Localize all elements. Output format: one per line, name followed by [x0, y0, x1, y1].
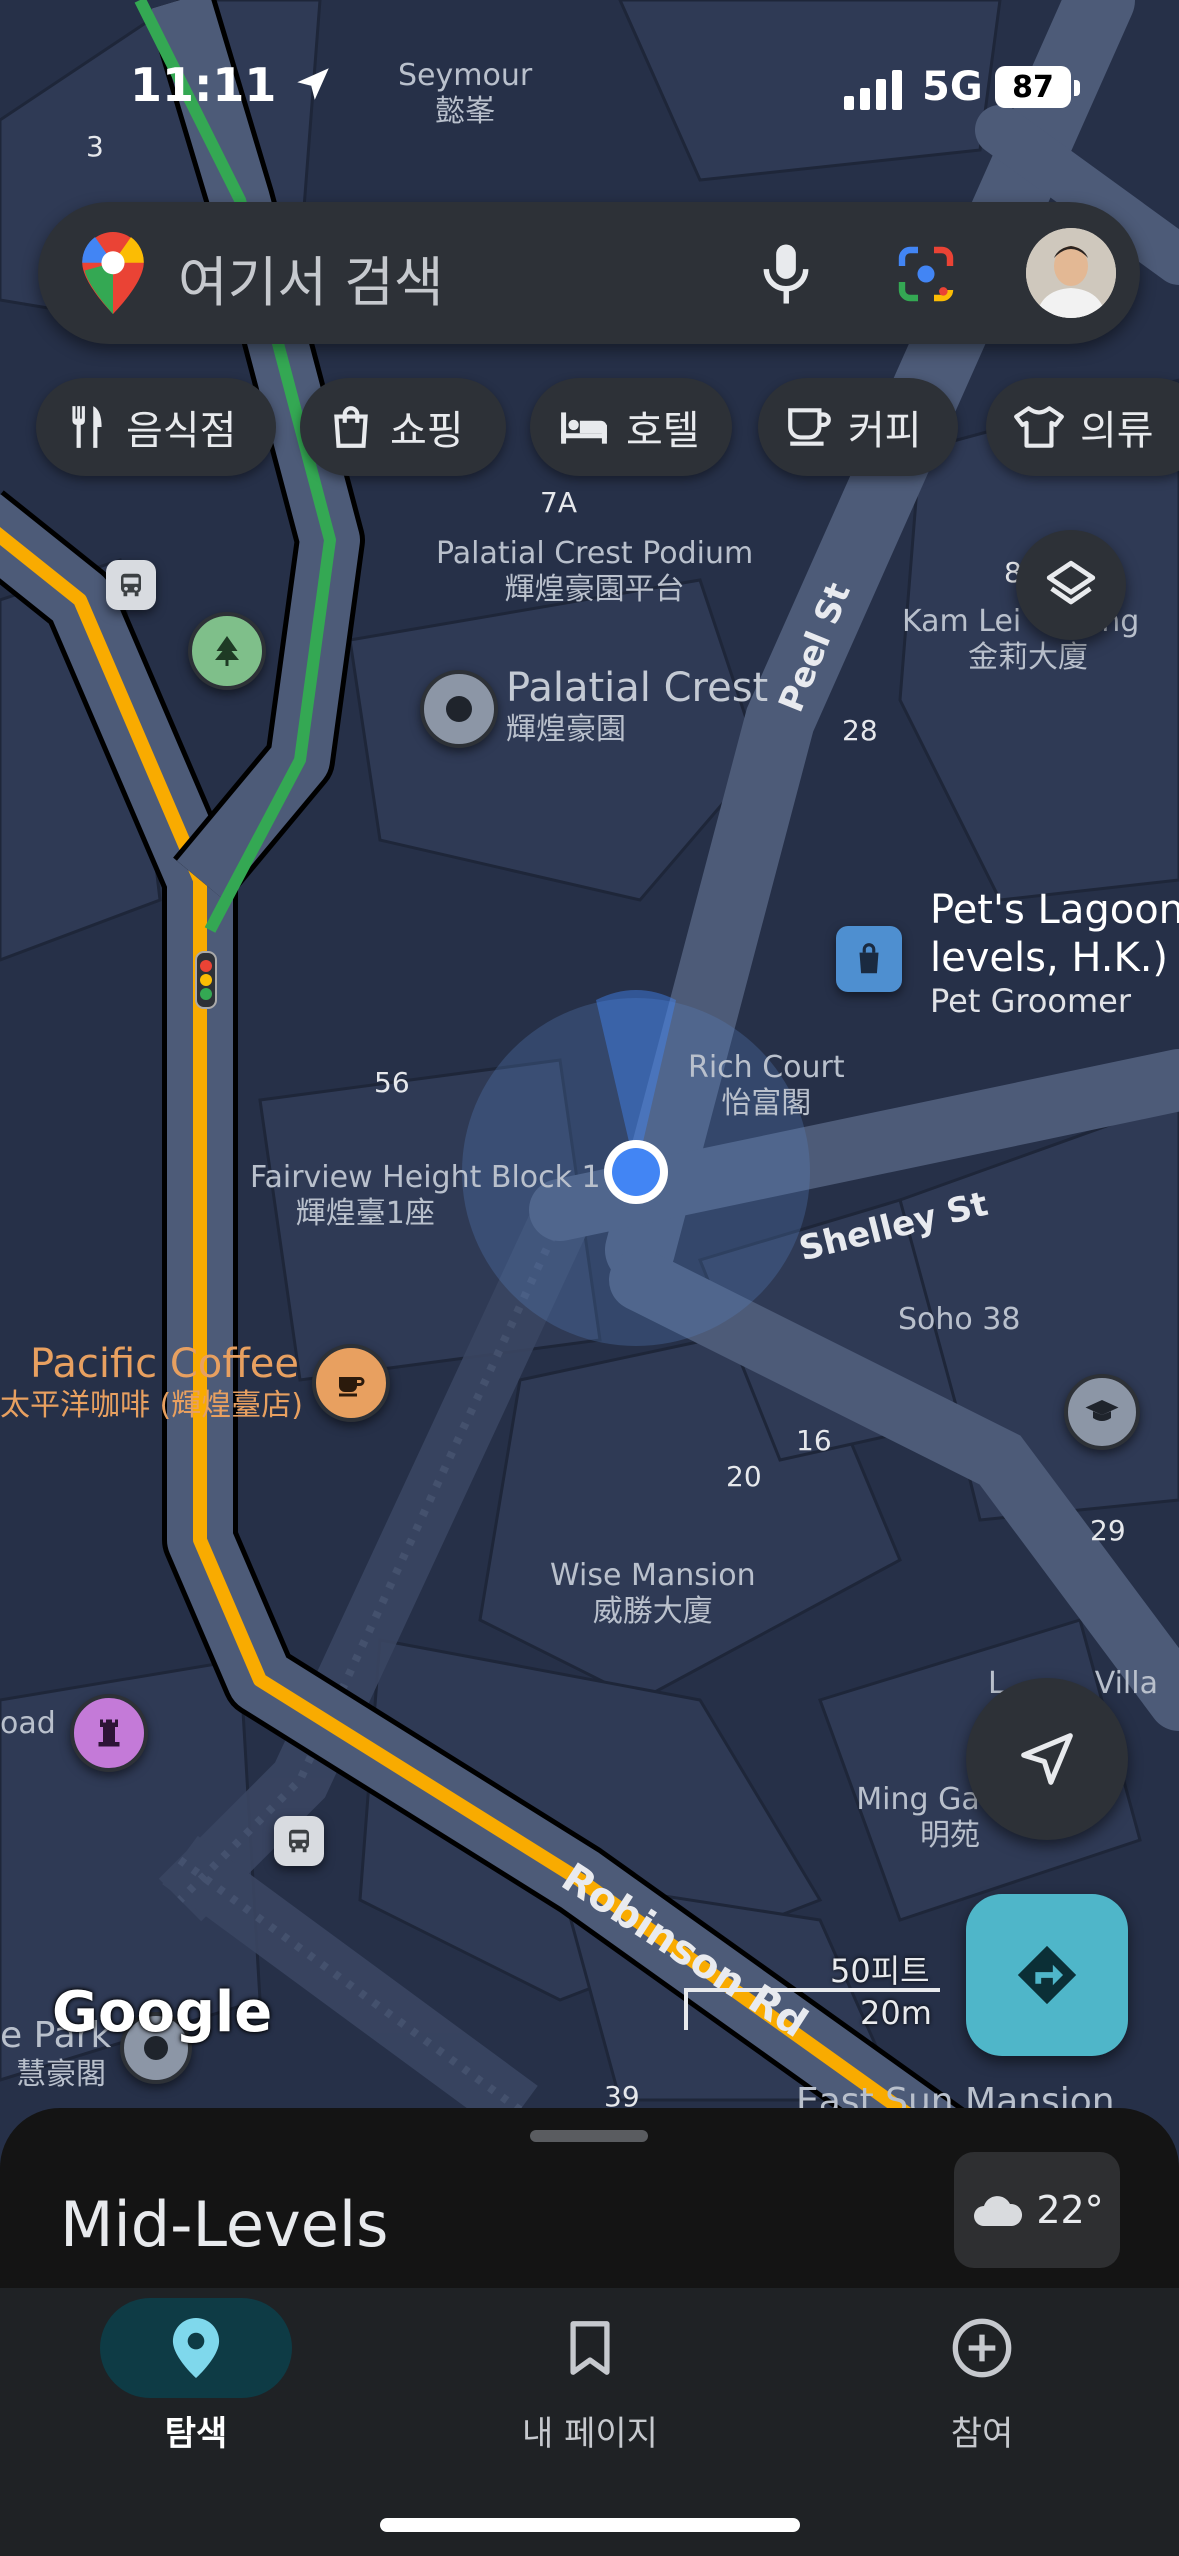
address-number: 28 — [842, 714, 878, 747]
directions-icon — [1017, 1945, 1077, 2005]
battery-tip — [1074, 80, 1080, 96]
nav-explore-indicator — [100, 2298, 292, 2398]
chip-label: 커피 — [848, 408, 922, 454]
nav-explore[interactable]: 탐색 — [46, 2288, 346, 2488]
nav-label: 탐색 — [164, 2414, 228, 2454]
chip-shopping[interactable]: 쇼핑 — [300, 378, 506, 476]
plus-circle-icon — [952, 2318, 1012, 2378]
nav-my-page-indicator — [494, 2298, 686, 2398]
chip-restaurants[interactable]: 음식점 — [36, 378, 276, 476]
bed-icon — [561, 412, 607, 444]
status-bar: 11:11 5G 87 — [0, 0, 1179, 170]
network-type: 5G — [922, 64, 983, 110]
bookmark-icon — [570, 2321, 610, 2375]
location-arrow-icon — [297, 68, 330, 100]
address-number: 20 — [726, 1460, 762, 1493]
chip-coffee[interactable]: 커피 — [758, 378, 958, 476]
home-indicator[interactable] — [380, 2518, 800, 2532]
battery-indicator: 87 — [995, 66, 1071, 108]
nav-contribute-indicator — [886, 2298, 1078, 2398]
sheet-drag-handle[interactable] — [530, 2130, 648, 2142]
location-pin-icon — [172, 2318, 220, 2378]
address-number: 29 — [1090, 1514, 1126, 1547]
layers-icon — [1046, 560, 1096, 605]
bus-stop-icon[interactable] — [106, 560, 156, 610]
shopping-bag-icon — [334, 406, 368, 448]
chip-clothing[interactable]: 의류 — [986, 378, 1179, 476]
search-bar[interactable]: 여기서 검색 — [38, 202, 1140, 344]
museum-castle-icon[interactable] — [70, 1694, 148, 1772]
temperature: 22° — [1036, 2188, 1104, 2232]
place-label: Fairview Height Block 1 輝煌臺1座 — [250, 1160, 601, 1231]
chip-label: 쇼핑 — [390, 408, 464, 454]
layers-button[interactable] — [1016, 530, 1126, 640]
address-number: 7A — [540, 486, 577, 519]
recenter-location-button[interactable] — [966, 1678, 1128, 1840]
place-label[interactable]: Palatial Crest 輝煌豪園 — [506, 664, 768, 748]
google-lens-icon[interactable] — [894, 242, 958, 306]
address-number: 16 — [796, 1424, 832, 1457]
navigation-arrow-icon — [1021, 1733, 1073, 1785]
microphone-icon[interactable] — [756, 242, 816, 306]
avatar[interactable] — [1026, 228, 1116, 318]
nav-label: 참여 — [950, 2414, 1014, 2454]
place-label-pets-lagoon[interactable]: Pet's Lagoon levels, H.K.) - Pet Groomer — [930, 886, 1179, 1020]
bottom-navigation: 탐색 내 페이지 참여 — [0, 2288, 1179, 2556]
search-input[interactable]: 여기서 검색 — [178, 238, 444, 317]
nav-my-page[interactable]: 내 페이지 — [440, 2288, 740, 2488]
place-label-pacific-coffee[interactable]: Pacific Coffee 太平洋咖啡 (輝煌臺店) — [0, 1340, 303, 1424]
fork-knife-icon — [72, 406, 102, 448]
google-logo: Google — [52, 1980, 273, 2045]
chip-label: 의류 — [1080, 408, 1154, 454]
google-maps-pin-icon — [82, 232, 144, 314]
place-label: Soho 38 — [898, 1302, 1021, 1337]
nav-contribute[interactable]: 참여 — [832, 2288, 1132, 2488]
chip-label: 음식점 — [126, 408, 237, 454]
chip-hotels[interactable]: 호텔 — [530, 378, 732, 476]
weather-badge[interactable]: 22° — [954, 2152, 1120, 2268]
place-label: Rich Court 怡富閣 — [688, 1050, 845, 1121]
place-label: oad — [0, 1706, 56, 1741]
coffee-cup-icon[interactable] — [312, 1344, 390, 1422]
school-cap-icon[interactable] — [1064, 1374, 1140, 1450]
map-scale: 50피트 20m — [830, 1952, 932, 2032]
chip-label: 호텔 — [626, 408, 700, 454]
nav-label: 내 페이지 — [522, 2414, 658, 2454]
status-time: 11:11 — [130, 58, 334, 112]
place-label: Wise Mansion 威勝大廈 — [550, 1558, 756, 1629]
place-label: Palatial Crest Podium 輝煌豪園平台 — [436, 536, 754, 607]
place-label: Ming Ga 明苑 — [856, 1782, 980, 1853]
park-tree-icon[interactable] — [188, 612, 266, 690]
coffee-cup-icon — [788, 408, 831, 446]
cloud-icon — [974, 2196, 1023, 2226]
directions-button[interactable] — [966, 1894, 1128, 2056]
signal-icon — [844, 70, 902, 110]
landmark-circle-icon[interactable] — [420, 670, 498, 748]
shirt-icon — [1014, 406, 1064, 448]
area-title: Mid-Levels — [60, 2188, 389, 2261]
bus-stop-icon[interactable] — [274, 1816, 324, 1866]
address-number: 56 — [374, 1066, 410, 1099]
shopping-bag-icon[interactable] — [836, 926, 902, 992]
